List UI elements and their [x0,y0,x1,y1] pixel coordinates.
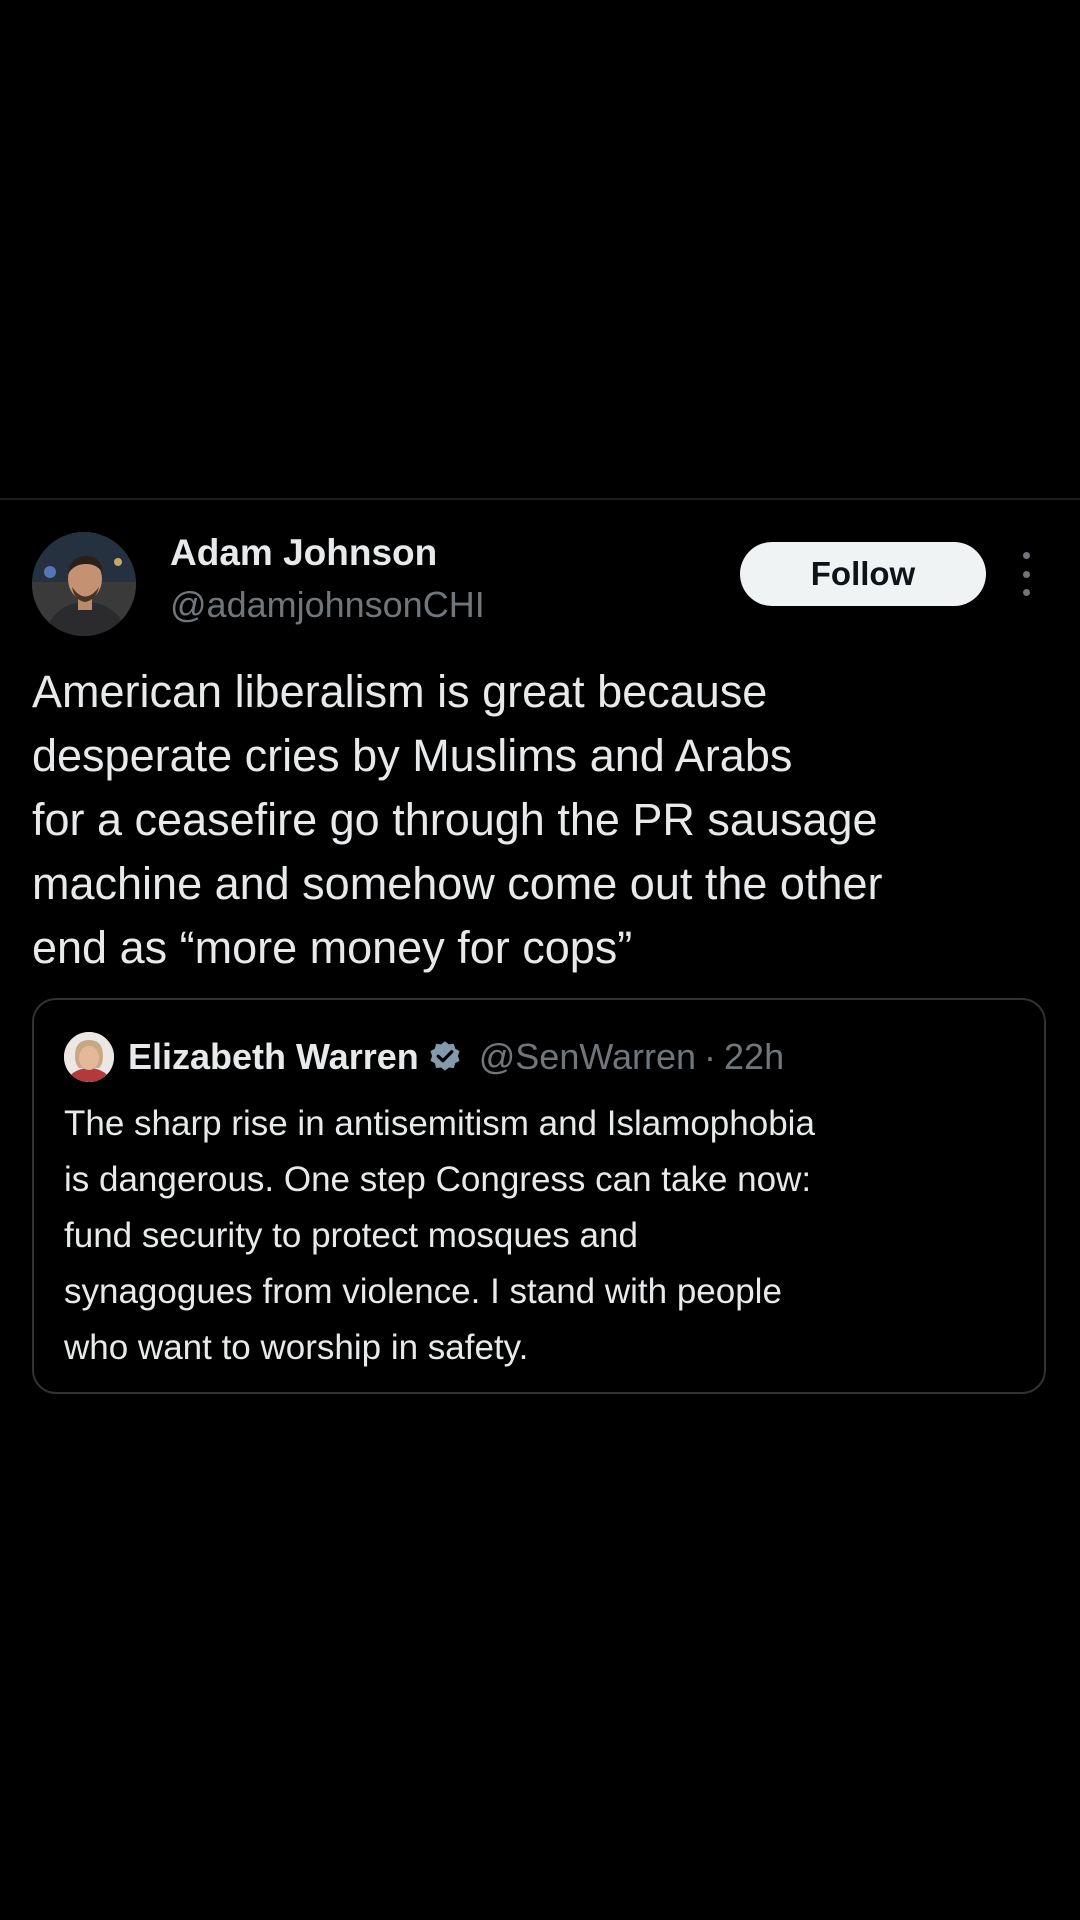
author-avatar[interactable] [32,532,136,636]
author-handle[interactable]: @adamjohnsonCHI [170,584,485,626]
quoted-author-avatar[interactable] [64,1032,114,1082]
follow-button[interactable]: Follow [740,542,986,606]
verified-badge-icon [430,1041,460,1071]
tweet-text: American liberalism is great because des… [32,666,883,973]
more-dot [1022,552,1030,559]
top-divider [0,498,1080,500]
more-vertical-icon[interactable] [1010,552,1042,596]
quoted-author-handle[interactable]: @SenWarren [479,1036,696,1078]
more-dot [1022,589,1030,596]
quoted-tweet-text: The sharp rise in antisemitism and Islam… [64,1104,815,1367]
more-dot [1022,570,1030,578]
author-name[interactable]: Adam Johnson [170,532,437,574]
separator-dot: · [704,1036,717,1077]
quoted-timestamp[interactable]: 22h [724,1036,784,1078]
quoted-author-name[interactable]: Elizabeth Warren [128,1036,419,1078]
quoted-tweet-header: Elizabeth Warren @SenWarren · 22h [64,1030,784,1084]
quoted-tweet-card[interactable]: Elizabeth Warren @SenWarren · 22h The sh… [32,998,1046,1394]
